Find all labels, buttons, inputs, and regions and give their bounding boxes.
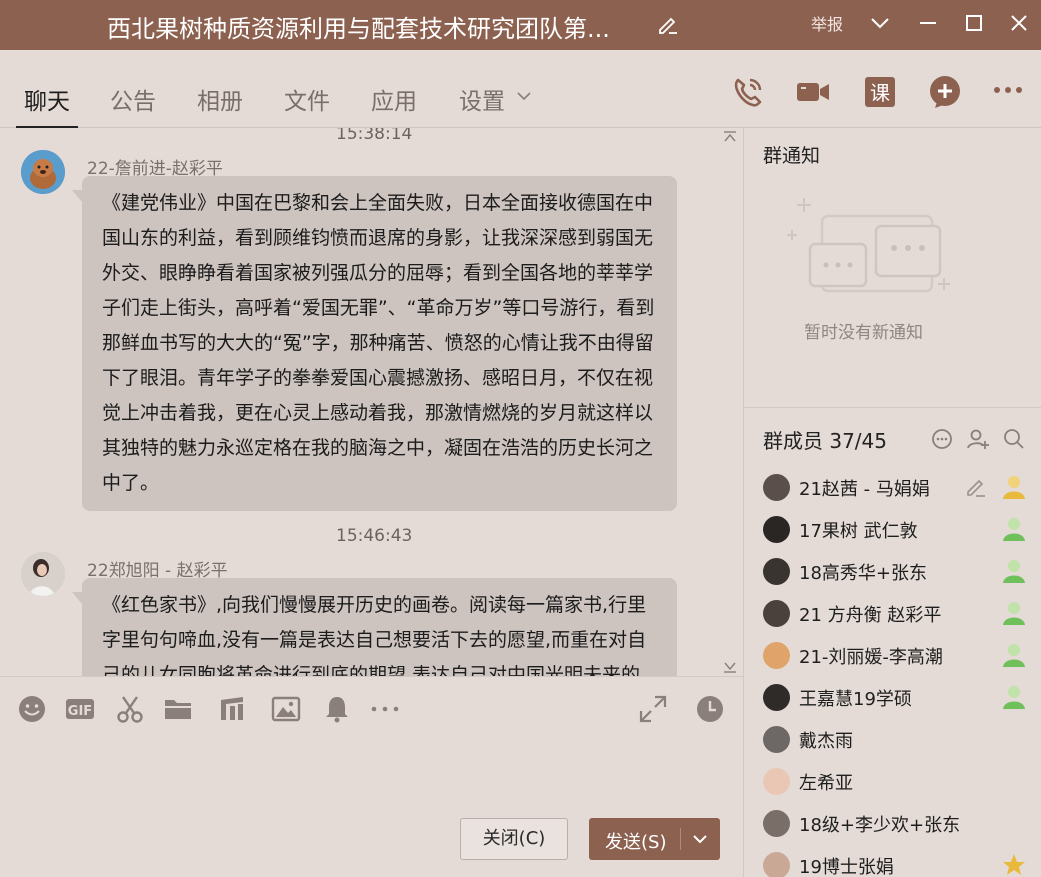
scissors-icon[interactable] xyxy=(115,694,145,724)
svg-text:课: 课 xyxy=(870,81,890,105)
member-item[interactable]: 21-刘丽媛-李高潮 xyxy=(744,636,1041,678)
member-user-icon xyxy=(1003,560,1025,583)
settings-chevron-down-icon[interactable] xyxy=(516,90,532,102)
tab-settings[interactable]: 设置 xyxy=(459,82,505,116)
dog-avatar-icon xyxy=(21,150,65,194)
member-item[interactable]: 17果树 武仁敦 xyxy=(744,510,1041,552)
class-icon[interactable]: 课 xyxy=(862,74,898,110)
member-item[interactable]: 左希亚 xyxy=(744,762,1041,804)
member-name: 17果树 武仁敦 xyxy=(799,521,918,542)
member-user-icon xyxy=(1003,602,1025,625)
member-chat-icon[interactable] xyxy=(930,427,954,451)
member-avatar xyxy=(763,642,790,669)
member-avatar xyxy=(763,558,790,585)
empty-notice-illustration-icon xyxy=(787,198,950,293)
scroll-up-icon[interactable] xyxy=(722,130,738,144)
user-photo-avatar-icon xyxy=(21,552,65,596)
member-item[interactable]: 18高秀华+张东 xyxy=(744,552,1041,594)
avatar[interactable] xyxy=(21,552,65,596)
no-notice-text: 暂时没有新通知 xyxy=(804,323,923,343)
group-notice-title: 群通知 xyxy=(763,145,821,167)
send-options-chevron-icon[interactable] xyxy=(691,832,709,846)
image-icon[interactable] xyxy=(271,694,301,724)
add-member-icon[interactable] xyxy=(966,427,990,451)
history-clock-icon[interactable] xyxy=(695,694,725,724)
member-name: 21赵茜 - 马娟娟 xyxy=(799,479,930,500)
bell-icon[interactable] xyxy=(322,694,352,724)
gif-icon[interactable]: GIF xyxy=(65,694,95,724)
music-icon[interactable] xyxy=(217,694,247,724)
report-button[interactable]: 举报 xyxy=(811,11,843,35)
avatar[interactable] xyxy=(21,150,65,194)
add-icon[interactable] xyxy=(927,74,963,110)
emoji-icon[interactable] xyxy=(17,694,47,724)
send-button-divider xyxy=(680,828,681,850)
member-avatar xyxy=(763,600,790,627)
edit-title-icon[interactable] xyxy=(656,12,680,36)
member-name: 左希亚 xyxy=(799,773,853,794)
tab-files[interactable]: 文件 xyxy=(284,82,330,116)
member-item[interactable]: 21赵茜 - 马娟娟 xyxy=(744,468,1041,510)
member-avatar xyxy=(763,852,790,877)
panel-divider xyxy=(744,407,1041,408)
title-bar: 西北果树种质资源利用与配套技术研究团队第... 举报 xyxy=(0,0,1041,50)
message-timestamp: 15:46:43 xyxy=(336,526,413,546)
member-avatar xyxy=(763,768,790,795)
owner-star-icon xyxy=(1003,854,1025,875)
group-info-panel: 群通知 暂时没有新通知 群成员 37/45 21赵茜 - 马娟娟 17果树 武仁… xyxy=(743,128,1041,877)
svg-text:GIF: GIF xyxy=(68,704,92,719)
more-options-icon[interactable] xyxy=(990,74,1026,110)
member-item[interactable]: 戴杰雨 xyxy=(744,720,1041,762)
member-name: 19博士张娟 xyxy=(799,857,894,877)
member-name: 21-刘丽媛-李高潮 xyxy=(799,647,943,668)
member-name: 21 方舟衡 赵彩平 xyxy=(799,605,942,626)
scroll-down-icon[interactable] xyxy=(722,660,738,674)
tab-album[interactable]: 相册 xyxy=(197,82,243,116)
phone-icon[interactable] xyxy=(730,74,766,110)
member-name: 18级+李少欢+张东 xyxy=(799,815,961,836)
member-user-icon xyxy=(1003,518,1025,541)
edit-icon[interactable] xyxy=(965,476,987,498)
tab-apps[interactable]: 应用 xyxy=(371,82,417,116)
member-avatar xyxy=(763,516,790,543)
expand-icon[interactable] xyxy=(638,694,668,724)
tab-announcement[interactable]: 公告 xyxy=(110,82,156,116)
maximize-icon[interactable] xyxy=(960,9,988,37)
member-avatar xyxy=(763,474,790,501)
tab-chat[interactable]: 聊天 xyxy=(24,82,70,116)
window-title: 西北果树种质资源利用与配套技术研究团队第... xyxy=(107,15,610,43)
member-avatar xyxy=(763,726,790,753)
member-item[interactable]: 21 方舟衡 赵彩平 xyxy=(744,594,1041,636)
more-tools-icon[interactable] xyxy=(370,694,400,724)
send-button-label: 发送(S) xyxy=(605,832,667,853)
member-user-icon xyxy=(1003,644,1025,667)
message-bubble: 《建党伟业》中国在巴黎和会上全面失败，日本全面接收德国在中国山东的利益，看到顾维… xyxy=(72,176,677,511)
member-item[interactable]: 19博士张娟 xyxy=(744,846,1041,877)
message-bubble: 《红色家书》,向我们慢慢展开历史的画卷。阅读每一篇家书,行里字里句句啼血,没有一… xyxy=(72,578,677,676)
group-members-title: 群成员 37/45 xyxy=(763,429,887,453)
close-icon[interactable] xyxy=(1005,9,1033,37)
member-item[interactable]: 王嘉慧19学硕 xyxy=(744,678,1041,720)
admin-user-icon xyxy=(1003,476,1025,499)
member-user-icon xyxy=(1003,686,1025,709)
message-timestamp: 15:38:14 xyxy=(336,128,413,144)
send-button[interactable]: 发送(S) xyxy=(589,818,720,860)
video-call-icon[interactable] xyxy=(795,74,831,110)
close-button[interactable]: 关闭(C) xyxy=(460,818,568,860)
minimize-icon[interactable] xyxy=(914,9,942,37)
chat-message-area[interactable]: 15:38:14 22-詹前进-赵彩平 《建党伟业》中国在巴黎和会上全面失败，日… xyxy=(0,128,743,676)
member-avatar xyxy=(763,684,790,711)
chevron-down-icon[interactable] xyxy=(866,9,894,37)
member-item[interactable]: 18级+李少欢+张东 xyxy=(744,804,1041,846)
member-name: 18高秀华+张东 xyxy=(799,563,927,584)
tab-bar: 聊天 公告 相册 文件 应用 设置 课 xyxy=(0,50,1041,128)
folder-icon[interactable] xyxy=(163,694,193,724)
member-name: 戴杰雨 xyxy=(799,731,853,752)
search-icon[interactable] xyxy=(1002,427,1026,451)
member-name: 王嘉慧19学硕 xyxy=(799,689,912,710)
message-input-area[interactable]: GIF 关闭(C) 发送(S) xyxy=(0,676,743,877)
member-avatar xyxy=(763,810,790,837)
